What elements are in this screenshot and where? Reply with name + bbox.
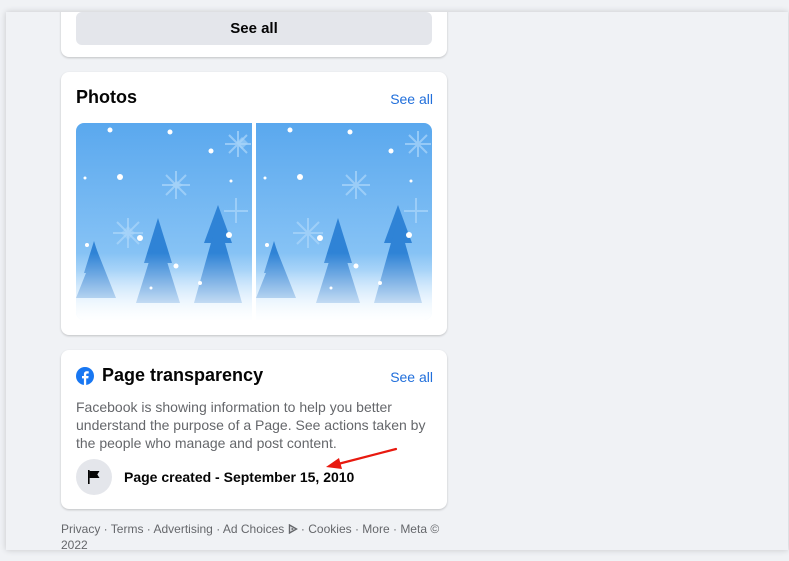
footer-separator: · (389, 522, 401, 536)
flag-icon-circle (76, 459, 112, 495)
flag-icon (88, 470, 100, 484)
photo-thumbnail[interactable] (76, 123, 252, 320)
advertising-link[interactable]: Advertising (153, 522, 212, 536)
photo-thumbnail[interactable] (256, 123, 432, 320)
transparency-header: Page transparency (76, 365, 263, 386)
winter-snow-trees-image (76, 123, 252, 320)
footer-separator: · (351, 522, 363, 536)
photos-grid (76, 123, 432, 320)
page-transparency-card: Page transparency See all Facebook is sh… (61, 350, 447, 509)
footer-separator: · (297, 522, 309, 536)
footer-links: Privacy · Terms · Advertising · Ad Choic… (61, 521, 441, 550)
photos-title: Photos (76, 87, 137, 107)
previous-section-card: See all (61, 12, 447, 57)
ad-choices-link[interactable]: Ad Choices (223, 522, 298, 536)
transparency-title: Page transparency (102, 365, 264, 385)
footer-separator: · (143, 522, 154, 536)
transparency-description: Facebook is showing information to help … (76, 399, 426, 451)
ad-choices-icon (288, 524, 298, 534)
photos-card: Photos See all (61, 72, 447, 335)
photos-see-all-link[interactable]: See all (390, 91, 433, 107)
footer-separator: · (100, 522, 111, 536)
ad-choices-label: Ad Choices (222, 522, 285, 536)
footer-separator: · (212, 522, 223, 536)
winter-snow-trees-image (256, 123, 432, 320)
page-created-text: Page created - September 15, 2010 (124, 469, 355, 485)
facebook-icon (76, 366, 94, 385)
page-window: See all Photos See all Page transparency… (6, 12, 788, 550)
more-link[interactable]: More (362, 522, 389, 536)
cookies-link[interactable]: Cookies (308, 522, 351, 536)
privacy-link[interactable]: Privacy (61, 522, 100, 536)
see-all-button[interactable]: See all (76, 12, 432, 45)
page-created-row: Page created - September 15, 2010 (76, 459, 354, 495)
terms-link[interactable]: Terms (111, 522, 144, 536)
transparency-see-all-link[interactable]: See all (390, 369, 433, 385)
